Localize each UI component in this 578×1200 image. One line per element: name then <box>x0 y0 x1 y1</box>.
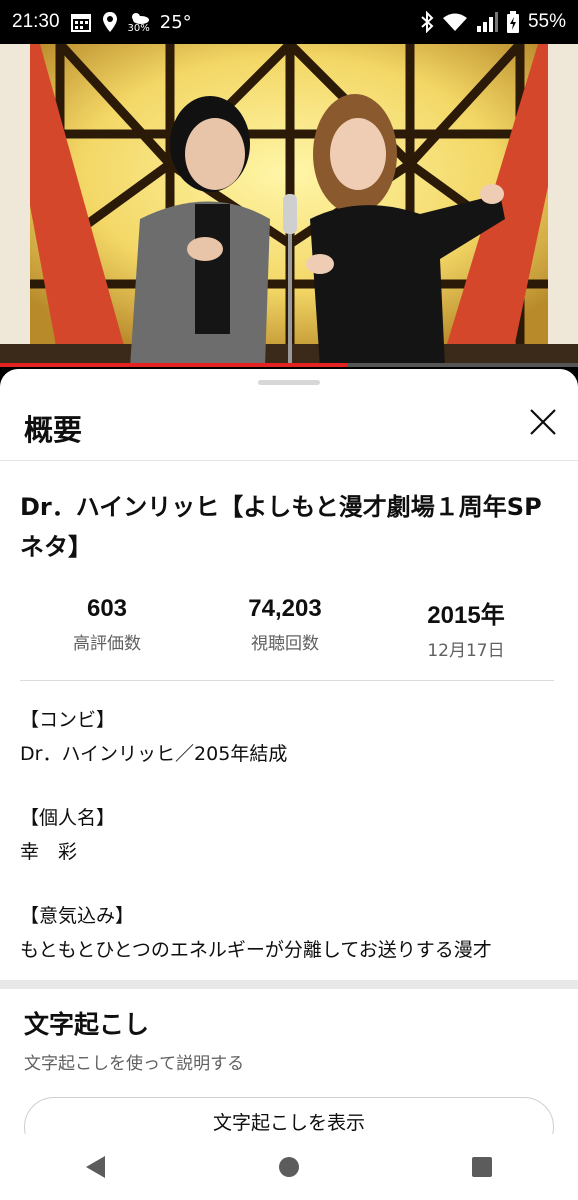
close-button[interactable] <box>526 405 560 439</box>
stat-label: 高評価数 <box>73 634 141 654</box>
description-line: 幸 彩 <box>20 841 78 863</box>
video-progress-bar[interactable] <box>0 363 578 367</box>
description-text: 【コンビ】 Dr．ハインリッヒ／205年結成 【個人名】 幸 彩 【意気込み】 … <box>20 703 560 967</box>
description-line: 【コンビ】 <box>20 709 116 731</box>
home-circle-icon <box>278 1157 299 1177</box>
description-line: もともとひとつのエネルギーが分離してお送りする漫才 <box>20 939 492 961</box>
recents-square-icon <box>471 1157 492 1177</box>
close-icon <box>530 409 556 435</box>
wifi-icon <box>442 12 468 32</box>
stat-label: 12月17日 <box>427 641 505 661</box>
stat-value: 603 <box>86 595 128 622</box>
stat-value: 2015年 <box>427 602 505 629</box>
video-stats: 603 高評価数 74,203 視聴回数 2015年 12月17日 <box>0 595 578 661</box>
calendar-icon <box>70 11 92 33</box>
location-icon <box>102 11 118 33</box>
description-line: 【個人名】 <box>20 807 116 829</box>
back-triangle-icon <box>86 1156 106 1178</box>
temperature: 25° <box>159 11 192 33</box>
section-separator <box>0 980 578 989</box>
back-button[interactable] <box>76 1147 116 1187</box>
description-sheet: 概要 Dr．ハインリッヒ【よしもと漫才劇場１周年SPネタ】 603 高評価数 7… <box>0 369 578 1134</box>
sheet-header: 概要 <box>0 369 578 461</box>
recents-button[interactable] <box>462 1147 502 1187</box>
divider <box>20 680 554 681</box>
weather-percent: 30% <box>127 23 150 34</box>
video-progress-fill <box>0 363 347 367</box>
status-bar: 21:30 30% 25° 55% <box>0 0 578 44</box>
video-player[interactable] <box>0 44 578 367</box>
battery-percent: 55% <box>527 11 566 32</box>
sheet-title: 概要 <box>24 413 83 447</box>
transcript-subtitle: 文字起こしを使って説明する <box>24 1054 245 1074</box>
stat-value: 74,203 <box>248 595 322 622</box>
stat-label: 視聴回数 <box>251 634 319 654</box>
signal-icon <box>476 12 498 32</box>
show-transcript-button[interactable]: 文字起こしを表示 <box>24 1097 554 1134</box>
stat-date: 2015年 12月17日 <box>381 595 551 661</box>
description-line: Dr．ハインリッヒ／205年結成 <box>20 743 288 765</box>
home-button[interactable] <box>269 1147 309 1187</box>
description-line: 【意気込み】 <box>20 905 135 927</box>
stat-likes: 603 高評価数 <box>22 595 192 654</box>
stat-views: 74,203 視聴回数 <box>200 595 370 654</box>
battery-icon <box>506 11 520 33</box>
navigation-bar <box>0 1134 578 1200</box>
bluetooth-icon <box>420 11 434 33</box>
weather-icon: 30% <box>128 10 150 34</box>
transcript-title: 文字起こし <box>24 1010 150 1039</box>
status-time: 21:30 <box>12 11 60 32</box>
video-frame-image <box>0 44 578 367</box>
video-title: Dr．ハインリッヒ【よしもと漫才劇場１周年SPネタ】 <box>20 493 542 561</box>
